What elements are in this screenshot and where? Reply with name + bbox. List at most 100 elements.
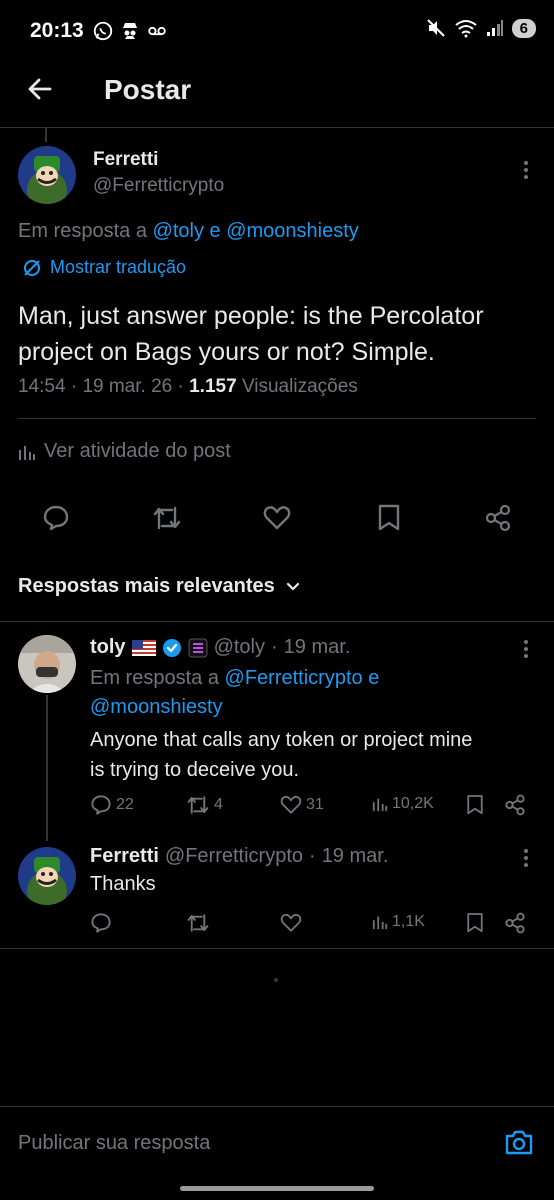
- spy-icon: [120, 20, 140, 42]
- header-divider: [0, 127, 554, 128]
- signal-icon: [486, 19, 504, 37]
- reply-like-button[interactable]: 31: [280, 795, 324, 815]
- back-button[interactable]: [26, 75, 54, 103]
- bookmark-icon: [467, 795, 483, 815]
- share-button[interactable]: [484, 504, 512, 532]
- reply-context-toly: Em resposta a @Ferretticrypto e @moonshi…: [90, 664, 530, 722]
- chevron-down-icon: [286, 582, 299, 591]
- bookmark-icon: [467, 913, 483, 933]
- post-author-avatar[interactable]: [18, 146, 76, 204]
- replies-sort-label: Respostas mais relevantes: [18, 575, 275, 597]
- more-vertical-icon: [524, 161, 528, 179]
- meta-dot: ·: [70, 376, 78, 397]
- share-icon: [505, 794, 525, 816]
- reply-share-button[interactable]: [504, 794, 526, 816]
- reply-bookmark-button[interactable]: [466, 794, 484, 816]
- reply-repost-button[interactable]: 4: [186, 794, 223, 816]
- heart-icon: [263, 506, 291, 530]
- comment-icon: [43, 505, 69, 531]
- more-vertical-icon: [524, 849, 528, 867]
- home-indicator[interactable]: [180, 1186, 374, 1191]
- replies-sort-dropdown[interactable]: Respostas mais relevantes: [18, 575, 301, 598]
- arrow-left-icon: [28, 78, 52, 100]
- reply-comment-button[interactable]: [90, 912, 112, 934]
- like-button[interactable]: [263, 505, 291, 531]
- repost-icon: [187, 914, 209, 932]
- post-text: Man, just answer people: is the Percolat…: [18, 298, 538, 370]
- reply-views-button[interactable]: 1,1K: [372, 913, 425, 931]
- reply-bookmark-button[interactable]: [466, 912, 484, 934]
- post-text-line1: Man, just answer people: is the Percolat…: [18, 302, 484, 330]
- reply-comment-count: 22: [116, 796, 134, 813]
- post-views-count: 1.157: [189, 376, 237, 397]
- flag-icon: [131, 639, 156, 656]
- reply-prefix: Em resposta a: [18, 220, 147, 242]
- reply-header-toly: toly @toly · 19 mar.: [90, 636, 350, 659]
- share-icon: [505, 912, 525, 934]
- bookmark-icon: [378, 504, 400, 531]
- reply-avatar-ferretti[interactable]: [18, 847, 76, 905]
- reply-like-button[interactable]: [280, 913, 302, 933]
- reply-like-count: 31: [306, 796, 324, 813]
- reply-button[interactable]: [42, 504, 70, 532]
- reply-views-button[interactable]: 10,2K: [372, 795, 434, 813]
- reply-text-toly: Anyone that calls any token or project m…: [90, 725, 540, 785]
- replies-end-divider: [0, 948, 554, 949]
- share-icon: [485, 504, 511, 532]
- translate-button[interactable]: Mostrar tradução: [22, 257, 186, 278]
- composer-divider: [0, 1106, 554, 1107]
- translate-label: Mostrar tradução: [50, 257, 187, 277]
- reply-repost-count: 4: [214, 796, 223, 813]
- analytics-icon: [372, 916, 388, 930]
- post-divider: [18, 418, 536, 419]
- reply-author-name[interactable]: toly: [90, 636, 126, 659]
- reply-user-moonshiesty[interactable]: @moonshiesty: [226, 220, 359, 242]
- reply-more-button[interactable]: [516, 848, 536, 868]
- reply-author-handle[interactable]: @toly: [214, 636, 265, 659]
- post-date: 19 mar. 26: [82, 376, 173, 397]
- post-time: 14:54: [18, 376, 66, 397]
- reply-author-handle[interactable]: @Ferretticrypto: [165, 845, 303, 868]
- post-text-line2: project on Bags yours or not? Simple.: [18, 338, 435, 366]
- reply-text-ferretti: Thanks: [90, 873, 156, 895]
- reply-user-moonshiesty[interactable]: @moonshiesty: [90, 696, 223, 718]
- verified-icon: [162, 638, 182, 658]
- loading-indicator: [274, 978, 278, 982]
- post-author-name[interactable]: Ferretti: [93, 149, 158, 171]
- activity-label: Ver atividade do post: [44, 440, 231, 462]
- repost-icon: [187, 796, 209, 814]
- post-author-handle[interactable]: @Ferretticrypto: [93, 175, 224, 197]
- reply-user-toly[interactable]: @toly: [153, 220, 204, 242]
- reply-repost-button[interactable]: [186, 912, 210, 934]
- reply-avatar-toly[interactable]: [18, 635, 76, 693]
- reply-header-ferretti: Ferretti @Ferretticrypto · 19 mar.: [90, 845, 388, 868]
- status-time: 20:13: [30, 19, 84, 42]
- reply-comment-button[interactable]: 22: [90, 794, 134, 816]
- reply-user-ferretticrypto[interactable]: @Ferretticrypto: [225, 667, 363, 689]
- more-vertical-icon: [524, 640, 528, 658]
- comment-icon: [91, 795, 111, 815]
- post-views-label: Visualizações: [241, 376, 358, 397]
- reply-views-count: 1,1K: [392, 913, 425, 930]
- post-reply-context: Em resposta a @toly e @moonshiesty: [18, 220, 359, 243]
- status-icons-left: [92, 20, 168, 42]
- reply-more-button[interactable]: [516, 639, 536, 659]
- wifi-icon: [454, 18, 478, 38]
- reply-composer-input[interactable]: Publicar sua resposta: [18, 1132, 488, 1155]
- voicemail-icon: [146, 20, 168, 42]
- post-more-button[interactable]: [516, 160, 536, 180]
- mute-icon: [426, 18, 446, 38]
- meta-dot: ·: [309, 845, 316, 867]
- whatsapp-icon: [92, 20, 114, 42]
- reply-and: e: [368, 667, 380, 689]
- camera-button[interactable]: [504, 1128, 534, 1156]
- reply-date: 19 mar.: [283, 636, 351, 658]
- reply-author-name[interactable]: Ferretti: [90, 845, 159, 868]
- meta-dot: ·: [177, 376, 184, 397]
- affiliate-badge-icon: [188, 638, 208, 658]
- view-post-activity[interactable]: Ver atividade do post: [18, 440, 231, 463]
- reply-share-button[interactable]: [504, 912, 526, 934]
- repost-button[interactable]: [152, 504, 182, 532]
- bookmark-button[interactable]: [377, 504, 401, 532]
- status-bar: 20:13 6: [0, 0, 554, 60]
